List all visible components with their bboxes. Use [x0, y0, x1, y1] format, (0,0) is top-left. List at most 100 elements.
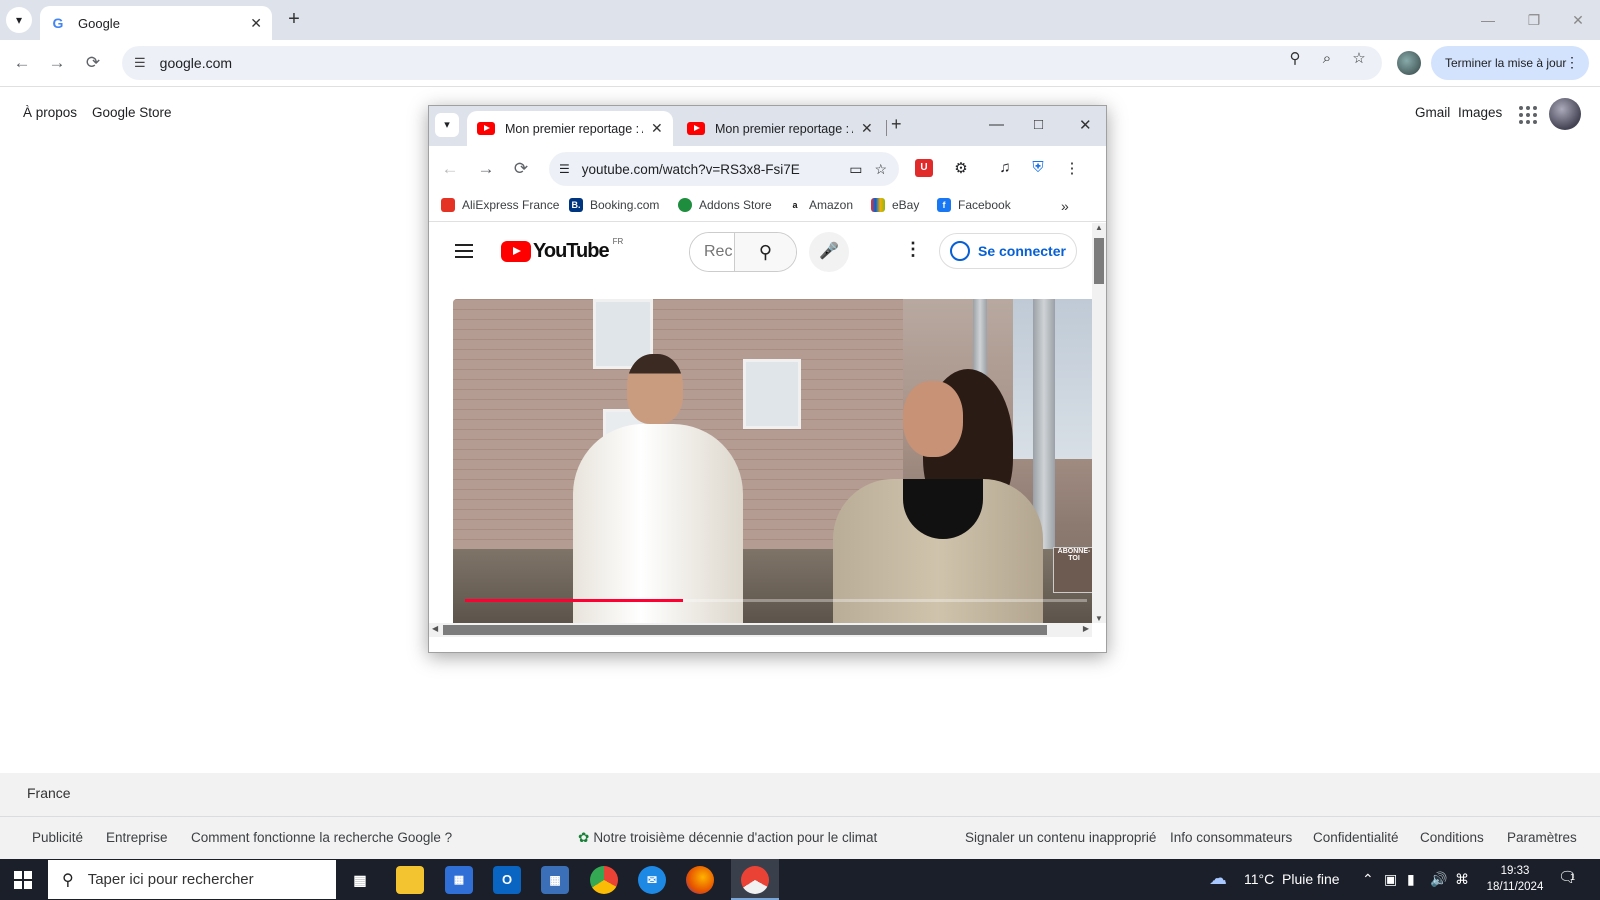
footer-link-settings[interactable]: Paramètres — [1507, 830, 1577, 845]
task-view-icon[interactable]: ▦ — [346, 866, 374, 894]
bookmark-ebay[interactable]: eBay — [871, 198, 919, 212]
volume-icon[interactable]: 🔊 — [1430, 871, 1447, 888]
file-explorer-icon[interactable] — [396, 866, 424, 894]
new-tab-button[interactable]: + — [282, 8, 306, 32]
outer-tab-google[interactable]: G Google ✕ — [40, 6, 272, 40]
install-app-icon[interactable]: ▭ — [849, 161, 862, 178]
popup-tab-1[interactable]: Mon premier reportage : A ✕ — [467, 111, 673, 146]
google-store-link[interactable]: Google Store — [92, 105, 172, 120]
scroll-left-arrow-icon[interactable]: ◀ — [432, 624, 438, 633]
video-progress-bar[interactable] — [465, 599, 1087, 602]
site-settings-icon[interactable]: ☰ — [559, 162, 570, 176]
horizontal-scroll-thumb[interactable] — [443, 625, 1047, 635]
video-player[interactable]: ABONNE-TOI — [453, 299, 1092, 623]
popup-tab-2[interactable]: Mon premier reportage : A ✕ — [677, 111, 883, 146]
chrome-canary-icon[interactable] — [741, 866, 769, 894]
about-link[interactable]: À propos — [23, 105, 77, 120]
more-vert-icon[interactable]: ⋮ — [1565, 54, 1579, 71]
update-button[interactable]: Terminer la mise à jour ⋮ — [1431, 46, 1589, 80]
account-avatar[interactable] — [1549, 98, 1581, 130]
vertical-scrollbar[interactable]: ▲ ▼ — [1092, 223, 1106, 623]
vertical-scroll-thumb[interactable] — [1094, 238, 1104, 284]
network-icon[interactable]: ⌘ — [1455, 871, 1469, 888]
minimize-icon[interactable]: — — [1476, 8, 1500, 32]
footer-link-consumer-info[interactable]: Info consommateurs — [1170, 830, 1292, 845]
microphone-icon[interactable]: 🎤 — [809, 232, 849, 272]
firefox-icon[interactable] — [686, 866, 714, 894]
bookmarks-overflow-icon[interactable]: » — [1061, 198, 1069, 214]
ublock-shield-icon[interactable]: U — [915, 159, 933, 177]
close-icon[interactable]: ✕ — [651, 120, 663, 137]
back-arrow-icon[interactable]: ← — [10, 51, 34, 75]
close-window-icon[interactable]: ✕ — [1079, 116, 1092, 134]
forward-arrow-icon[interactable]: → — [475, 159, 497, 179]
extensions-puzzle-icon[interactable]: ⚙ — [951, 159, 971, 177]
close-icon[interactable]: ✕ — [861, 120, 873, 137]
outlook-icon[interactable]: O — [493, 866, 521, 894]
security-shield-icon[interactable]: ⛨ — [1028, 159, 1048, 176]
popup-address-url[interactable]: youtube.com/watch?v=RS3x8-Fsi7E — [582, 162, 849, 177]
taskbar-search[interactable]: ⚲ Taper ici pour rechercher — [48, 860, 336, 899]
menu-icon[interactable] — [455, 244, 473, 262]
tray-overflow-chevron-icon[interactable]: ⌃ — [1362, 871, 1374, 888]
more-vert-icon[interactable]: ⋮ — [1062, 159, 1082, 177]
back-arrow-icon[interactable]: ← — [439, 159, 461, 179]
bookmark-aliexpress[interactable]: AliExpress France — [441, 198, 559, 212]
popup-address-bar[interactable]: ☰ youtube.com/watch?v=RS3x8-Fsi7E ▭ ☆ — [549, 152, 899, 186]
bookmark-star-icon[interactable]: ☆ — [874, 161, 887, 178]
scroll-right-arrow-icon[interactable]: ▶ — [1083, 624, 1089, 633]
windows-start-icon[interactable] — [14, 871, 32, 889]
taskbar-clock[interactable]: 19:33 18/11/2024 — [1482, 863, 1548, 895]
reload-icon[interactable]: ⟳ — [510, 159, 532, 179]
scroll-up-arrow-icon[interactable]: ▲ — [1095, 223, 1103, 232]
weather-temperature[interactable]: 11°C — [1244, 871, 1274, 887]
profile-avatar[interactable] — [1397, 51, 1421, 75]
footer-link-how-search-works[interactable]: Comment fonctionne la recherche Google ? — [191, 830, 452, 845]
tab-search-button[interactable]: ▾ — [6, 7, 32, 33]
youtube-search-input[interactable] — [690, 233, 734, 271]
battery-icon[interactable]: ▮ — [1407, 871, 1415, 888]
popup-new-tab-button[interactable]: + — [891, 114, 902, 135]
more-vert-icon[interactable]: ⋮ — [904, 239, 922, 260]
youtube-logo[interactable]: YouTube FR — [501, 237, 623, 263]
weather-cloud-icon[interactable]: ☁ — [1209, 868, 1227, 889]
location-pin-icon[interactable]: ⚲ — [1284, 48, 1306, 70]
signin-button[interactable]: Se connecter — [939, 233, 1077, 269]
footer-link-business[interactable]: Entreprise — [106, 830, 168, 845]
minimize-icon[interactable]: — — [989, 116, 1004, 133]
address-url[interactable]: google.com — [160, 55, 1382, 71]
maximize-icon[interactable]: □ — [1034, 116, 1043, 133]
address-bar[interactable]: ☰ google.com — [122, 46, 1382, 80]
images-link[interactable]: Images — [1458, 105, 1502, 120]
bookmark-amazon[interactable]: a Amazon — [788, 198, 853, 212]
forward-arrow-icon[interactable]: → — [45, 51, 69, 75]
close-window-icon[interactable]: ✕ — [1566, 8, 1590, 32]
footer-link-report[interactable]: Signaler un contenu inapproprié — [965, 830, 1156, 845]
media-controls-icon[interactable]: ♫ — [995, 159, 1015, 176]
notification-icon[interactable]: 🗨1 — [1558, 868, 1582, 886]
site-settings-icon[interactable]: ☰ — [134, 55, 146, 71]
footer-link-privacy[interactable]: Confidentialité — [1313, 830, 1399, 845]
reload-icon[interactable]: ⟳ — [81, 51, 105, 75]
search-icon[interactable]: ⚲ — [734, 233, 796, 271]
footer-link-advertising[interactable]: Publicité — [32, 830, 83, 845]
bookmark-facebook[interactable]: f Facebook — [937, 198, 1011, 212]
close-icon[interactable]: ✕ — [250, 15, 262, 32]
thunderbird-icon[interactable]: ✉ — [638, 866, 666, 894]
tray-app-icon[interactable]: ▣ — [1384, 871, 1397, 888]
popup-tab-search-button[interactable]: ▾ — [435, 113, 459, 137]
gmail-link[interactable]: Gmail — [1415, 105, 1450, 120]
bookmark-booking[interactable]: B. Booking.com — [569, 198, 659, 212]
subscribe-badge[interactable]: ABONNE-TOI — [1053, 547, 1092, 593]
google-apps-icon[interactable] — [1516, 103, 1540, 127]
scroll-down-arrow-icon[interactable]: ▼ — [1095, 614, 1103, 623]
microsoft-store-icon[interactable]: ▦ — [445, 866, 473, 894]
horizontal-scrollbar[interactable]: ◀ ▶ — [429, 623, 1092, 637]
bookmark-star-icon[interactable]: ☆ — [1348, 48, 1370, 70]
footer-link-climate[interactable]: ✿ Notre troisième décennie d'action pour … — [578, 830, 877, 846]
footer-link-terms[interactable]: Conditions — [1420, 830, 1484, 845]
calculator-icon[interactable]: ▦ — [541, 866, 569, 894]
chrome-icon[interactable] — [590, 866, 618, 894]
bookmark-addons-store[interactable]: Addons Store — [678, 198, 772, 212]
weather-description[interactable]: Pluie fine — [1282, 871, 1340, 887]
